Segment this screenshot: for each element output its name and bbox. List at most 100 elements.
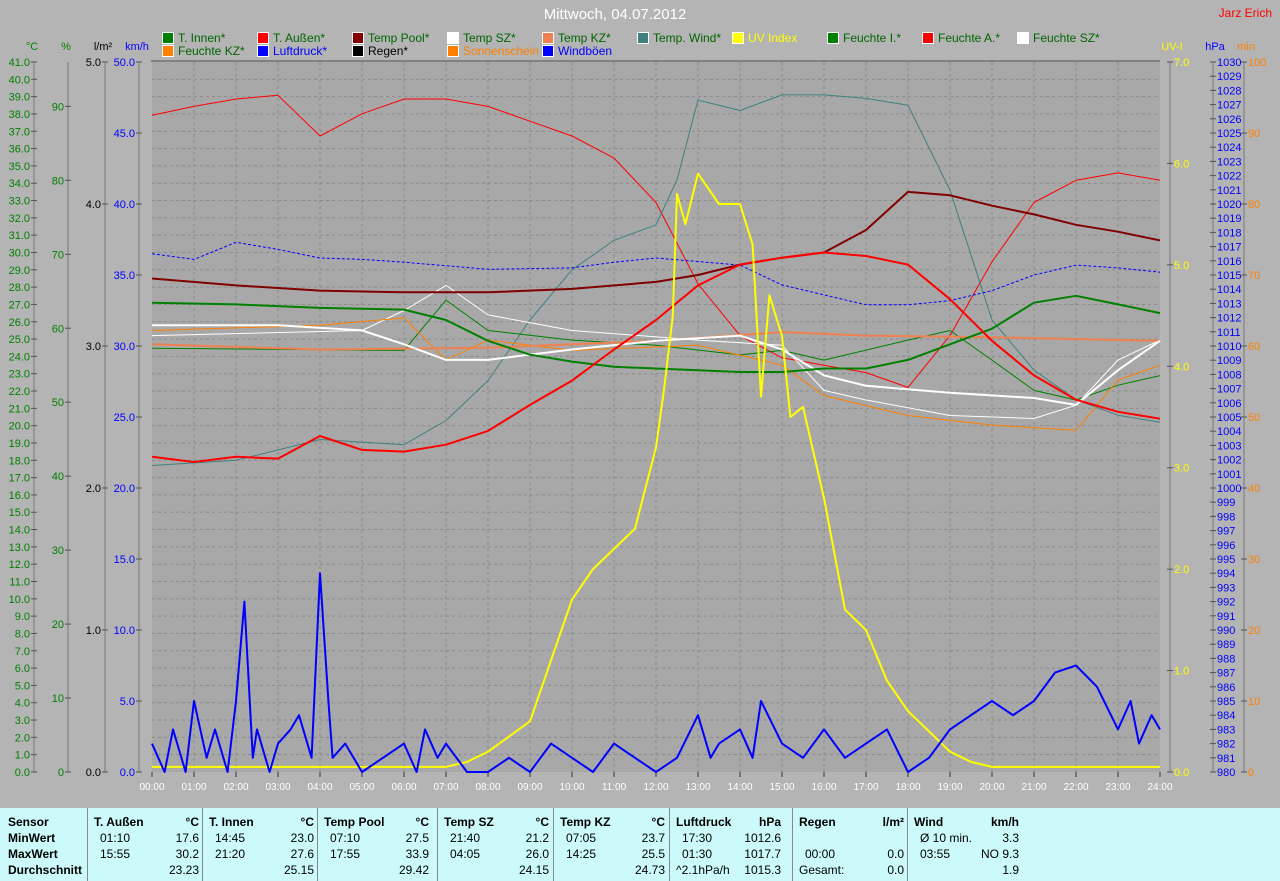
x-tick-label: 14:00 [727, 782, 752, 793]
axis-tick-label-temp: 36.0 [9, 144, 30, 156]
legend-swatch [542, 45, 554, 57]
axis-tick-label-press: 1025 [1217, 128, 1241, 140]
axis-tick-label-temp: 41.0 [9, 57, 30, 69]
legend-label: T. Außen* [273, 31, 326, 45]
min-value: 3.3 [1002, 831, 1019, 845]
axis-tick-label-temp: 38.0 [9, 109, 30, 121]
author-label: Jarz Erich [1218, 6, 1272, 20]
stats-table: Sensor MinWert MaxWert Durchschnitt T. Außen… [0, 808, 1280, 881]
legend-swatch [732, 32, 744, 44]
axis-tick-label-press: 992 [1217, 597, 1235, 609]
axis-tick-label-press: 1011 [1217, 327, 1241, 339]
axis-tick-label-sun: 70 [1248, 270, 1260, 282]
legend-item: Feuchte KZ* [162, 44, 245, 58]
x-tick-label: 22:00 [1063, 782, 1088, 793]
legend-item: Temp Pool* [352, 31, 429, 45]
max-value: 30.2 [175, 847, 199, 861]
legend-label: UV Index [748, 31, 798, 45]
max-value: 26.0 [525, 847, 549, 861]
chart-title: Mittwoch, 04.07.2012 [543, 6, 687, 23]
axis-tick-label-wind: 40.0 [114, 199, 135, 211]
x-tick-label: 21:00 [1021, 782, 1046, 793]
x-tick-label: 17:00 [853, 782, 878, 793]
axis-tick-label-press: 1013 [1217, 298, 1241, 310]
column-divider [437, 808, 438, 881]
axis-tick-label-wind: 10.0 [114, 625, 135, 637]
column-unit: °C [415, 815, 429, 829]
min-value: 21.2 [525, 831, 549, 845]
axis-tick-label-press: 997 [1217, 526, 1235, 538]
axis-tick-label-press: 984 [1217, 710, 1235, 722]
axis-tick-label-press: 1004 [1217, 426, 1241, 438]
axis-tick-label-sun: 20 [1248, 625, 1260, 637]
legend-label: T. Innen* [178, 31, 226, 45]
axis-tick-label-press: 1029 [1217, 71, 1241, 83]
axis-tick-label-press: 1000 [1217, 483, 1241, 495]
axis-unit-temp: °C [26, 41, 38, 53]
axis-tick-label-sun: 90 [1248, 128, 1260, 140]
weather-chart: 00:00 01:00 02:00 03:00 04:00 05:00 06:00 07:00… [9, 41, 1267, 793]
axis-tick-label-temp: 32.0 [9, 213, 30, 225]
axis-tick-label-temp: 3.0 [15, 715, 30, 727]
axis-tick-label-temp: 28.0 [9, 282, 30, 294]
legend-item: Windböen [542, 44, 612, 58]
axis-tick-label-press: 1002 [1217, 455, 1241, 467]
column-unit: °C [651, 815, 665, 829]
axis-tick-label-temp: 40.0 [9, 74, 30, 86]
legend-item: T. Innen* [162, 31, 225, 45]
axis-tick-label-wind: 0.0 [120, 767, 135, 779]
legend-item: Temp SZ* [447, 31, 516, 45]
axis-tick-label-sun: 80 [1248, 199, 1260, 211]
axis-tick-label-temp: 29.0 [9, 265, 30, 277]
axis-tick-label-press: 1030 [1217, 57, 1241, 69]
axis-tick-label-temp: 11.0 [9, 577, 30, 589]
axis-tick-label-temp: 8.0 [15, 628, 30, 640]
axis-tick-label-temp: 9.0 [15, 611, 30, 623]
axis-tick-label-temp: 22.0 [9, 386, 30, 398]
axis-tick-label-temp: 1.0 [15, 750, 30, 762]
axis-tick-label-temp: 16.0 [9, 490, 30, 502]
axis-tick-label-temp: 35.0 [9, 161, 30, 173]
axis-tick-label-hum: 30 [52, 545, 64, 557]
axis-tick-label-sun: 100 [1248, 57, 1266, 69]
legend-item: Luftdruck* [257, 44, 327, 58]
legend-swatch [257, 32, 269, 44]
axis-tick-label-press: 1008 [1217, 369, 1241, 381]
column-divider [87, 808, 88, 881]
axis-tick-label-hum: 80 [52, 175, 64, 187]
row-label: Sensor [8, 815, 49, 829]
x-tick-label: 00:00 [139, 782, 164, 793]
legend-label: Temp. Wind* [653, 31, 722, 45]
x-tick-label: 23:00 [1105, 782, 1130, 793]
axis-tick-label-press: 1017 [1217, 242, 1241, 254]
axis-tick-label-temp: 10.0 [9, 594, 30, 606]
x-tick-label: 03:00 [265, 782, 290, 793]
axis-tick-label-press: 1006 [1217, 398, 1241, 410]
axis-tick-label-temp: 37.0 [9, 126, 30, 138]
axis-tick-label-rain: 4.0 [86, 199, 101, 211]
row-label: Durchschnitt [8, 863, 83, 877]
x-tick-label: 13:00 [685, 782, 710, 793]
x-tick-label: 07:00 [433, 782, 458, 793]
axis-tick-label-temp: 0.0 [15, 767, 30, 779]
axis-tick-label-rain: 5.0 [86, 57, 101, 69]
avg-value: 0.0 [887, 863, 904, 877]
column-divider [317, 808, 318, 881]
axis-tick-label-sun: 0 [1248, 767, 1254, 779]
column-divider [907, 808, 908, 881]
x-tick-label: 05:00 [349, 782, 374, 793]
column-unit: °C [185, 815, 199, 829]
x-tick-label: 15:00 [769, 782, 794, 793]
x-tick-label: 18:00 [895, 782, 920, 793]
axis-tick-label-temp: 14.0 [9, 525, 30, 537]
legend-label: Temp KZ* [558, 31, 611, 45]
avg-value: 29.42 [398, 863, 429, 877]
x-tick-label: 11:00 [602, 782, 627, 793]
axis-tick-label-press: 980 [1217, 767, 1235, 779]
axis-tick-label-press: 1003 [1217, 440, 1241, 452]
axis-tick-label-temp: 31.0 [9, 230, 30, 242]
x-tick-label: 09:00 [517, 782, 542, 793]
axis-tick-label-wind: 35.0 [114, 270, 135, 282]
column-unit: km/h [990, 815, 1019, 829]
axis-tick-label-wind: 25.0 [114, 412, 135, 424]
